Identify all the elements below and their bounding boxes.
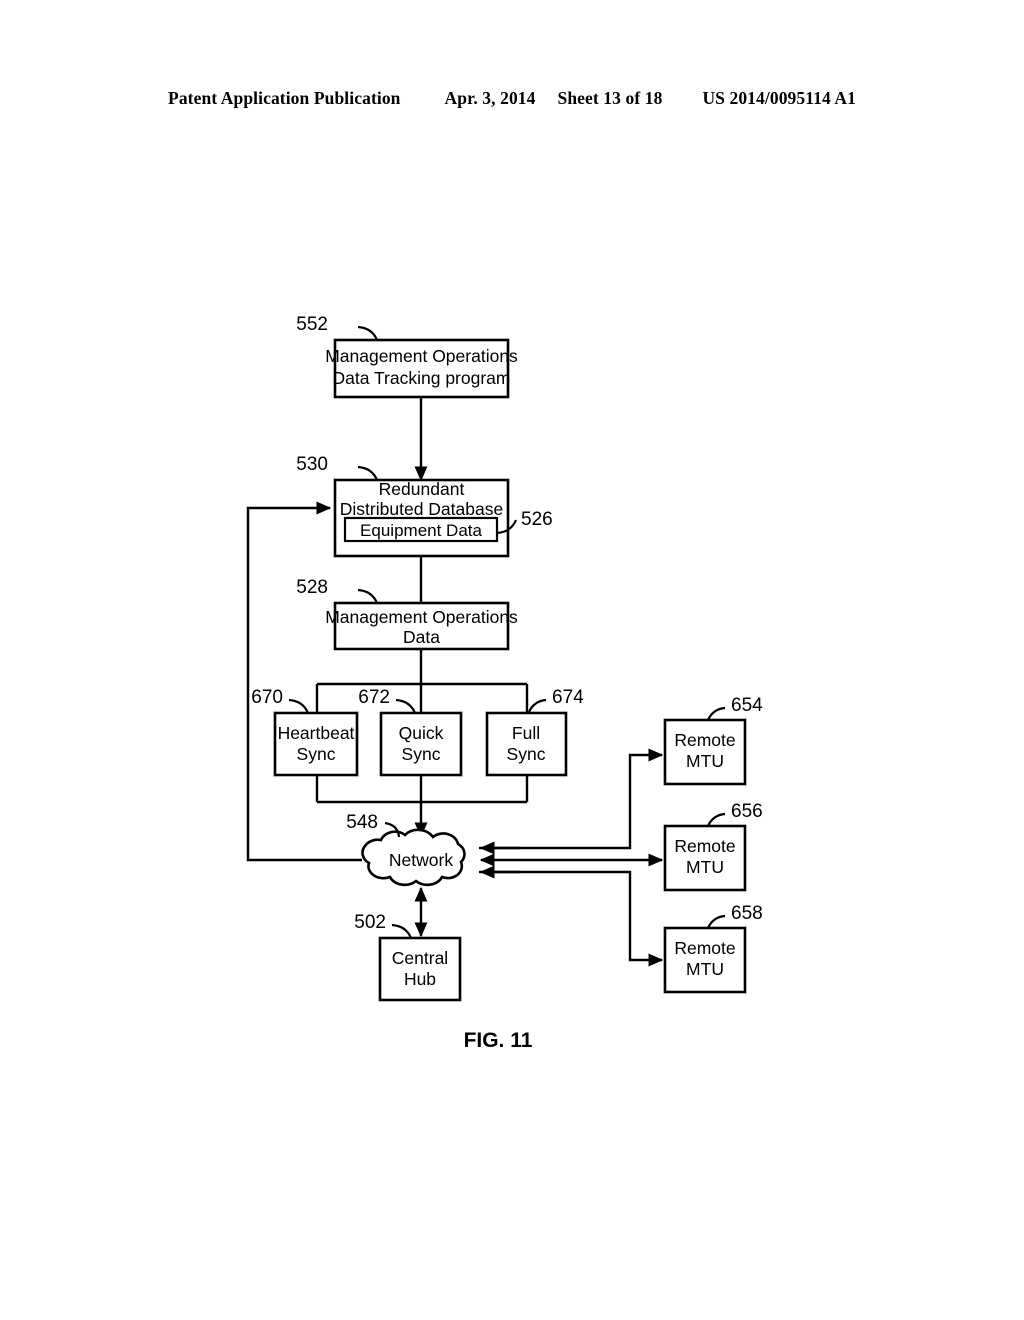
node-remote-mtu-656[interactable]: Remote MTU [663,824,747,892]
node-heartbeat-sync[interactable]: Heartbeat Sync [273,711,359,777]
quick-sync-line-2: Sync [402,744,441,764]
reference-number-656: 656 [731,801,763,822]
node-central-hub[interactable]: Central Hub [378,936,462,1002]
reference-number-526: 526 [521,509,553,530]
redundant-db-line-1: Redundant [379,479,465,499]
reference-number-530: 530 [296,454,328,475]
node-full-sync[interactable]: Full Sync [485,711,568,777]
reference-leader-674: 674 [527,687,584,713]
reference-number-658: 658 [731,903,763,924]
equipment-data-label: Equipment Data [360,521,482,540]
central-hub-line-2: Hub [404,969,436,989]
reference-number-528: 528 [296,577,328,598]
remote-mtu-658-line-1: Remote [674,938,735,958]
tracking-program-line-2: Data Tracking program [333,368,511,388]
reference-leader-656: 656 [706,801,763,827]
network-label: Network [389,850,453,870]
reference-leader-502: 502 [354,912,413,939]
tracking-program-line-1: Management Operations [325,346,518,366]
reference-leader-552: 552 [296,314,379,341]
remote-mtu-656-line-1: Remote [674,836,735,856]
reference-leader-654: 654 [706,695,763,721]
node-management-operations-data[interactable]: Management Operations Data [325,601,518,651]
management-ops-data-line-1: Management Operations [325,607,518,627]
central-hub-line-1: Central [392,948,448,968]
reference-number-502: 502 [354,912,386,933]
full-sync-line-2: Sync [507,744,546,764]
full-sync-line-1: Full [512,723,540,743]
reference-leader-530: 530 [296,454,379,481]
remote-mtu-654-line-1: Remote [674,730,735,750]
remote-mtu-656-line-2: MTU [686,857,724,877]
redundant-db-line-2: Distributed Database [340,499,503,519]
figure-label: FIG. 11 [464,1029,533,1052]
node-network-cloud[interactable]: Network [361,828,466,887]
patent-figure-11: Management Operations Data Tracking prog… [0,0,1024,1320]
reference-number-552: 552 [296,314,328,335]
reference-number-654: 654 [731,695,763,716]
heartbeat-sync-line-2: Sync [297,744,336,764]
node-equipment-data[interactable]: Equipment Data [343,516,499,543]
reference-number-674: 674 [552,687,584,708]
reference-number-672: 672 [358,687,390,708]
management-ops-data-line-2: Data [403,627,440,647]
reference-leader-528: 528 [296,577,379,604]
remote-mtu-654-line-2: MTU [686,751,724,771]
node-management-operations-data-tracking-program[interactable]: Management Operations Data Tracking prog… [325,338,518,399]
node-remote-mtu-654[interactable]: Remote MTU [663,718,747,786]
heartbeat-sync-line-1: Heartbeat [278,723,355,743]
remote-mtu-658-line-2: MTU [686,959,724,979]
reference-leader-672: 672 [358,687,417,714]
quick-sync-line-1: Quick [399,723,444,743]
node-remote-mtu-658[interactable]: Remote MTU [663,926,747,994]
reference-number-548: 548 [346,812,378,833]
reference-leader-670: 670 [251,687,310,714]
node-quick-sync[interactable]: Quick Sync [379,711,463,777]
reference-number-670: 670 [251,687,283,708]
connector-network-to-remote-mtu-658 [479,870,664,967]
reference-leader-658: 658 [706,903,763,929]
